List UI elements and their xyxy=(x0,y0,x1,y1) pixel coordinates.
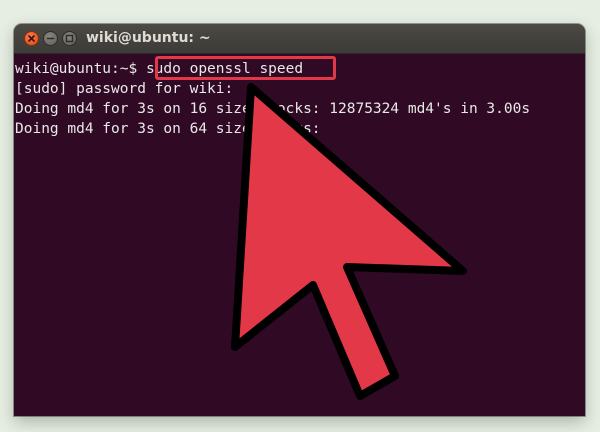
close-icon xyxy=(28,35,35,42)
output-line: Doing md4 for 3s on 64 size blocks: xyxy=(15,121,321,137)
title-bar[interactable]: wiki@ubuntu: ~ xyxy=(14,24,585,54)
maximize-icon xyxy=(65,34,74,43)
command-highlight-box xyxy=(155,56,336,80)
close-button[interactable] xyxy=(24,31,39,46)
window-title: wiki@ubuntu: ~ xyxy=(86,30,211,46)
output-line: Doing md4 for 3s on 16 size blocks: 1287… xyxy=(15,101,531,117)
minimize-button[interactable] xyxy=(43,31,58,46)
output-line: [sudo] password for wiki: xyxy=(15,81,234,97)
terminal-output[interactable]: wiki@ubuntu:~$ sudo openssl speed [sudo]… xyxy=(14,54,585,416)
shell-prompt: wiki@ubuntu:~$ xyxy=(15,61,146,77)
minimize-icon xyxy=(46,37,55,40)
terminal-window: wiki@ubuntu: ~ wiki@ubuntu:~$ sudo opens… xyxy=(14,24,585,416)
maximize-button[interactable] xyxy=(62,31,77,46)
